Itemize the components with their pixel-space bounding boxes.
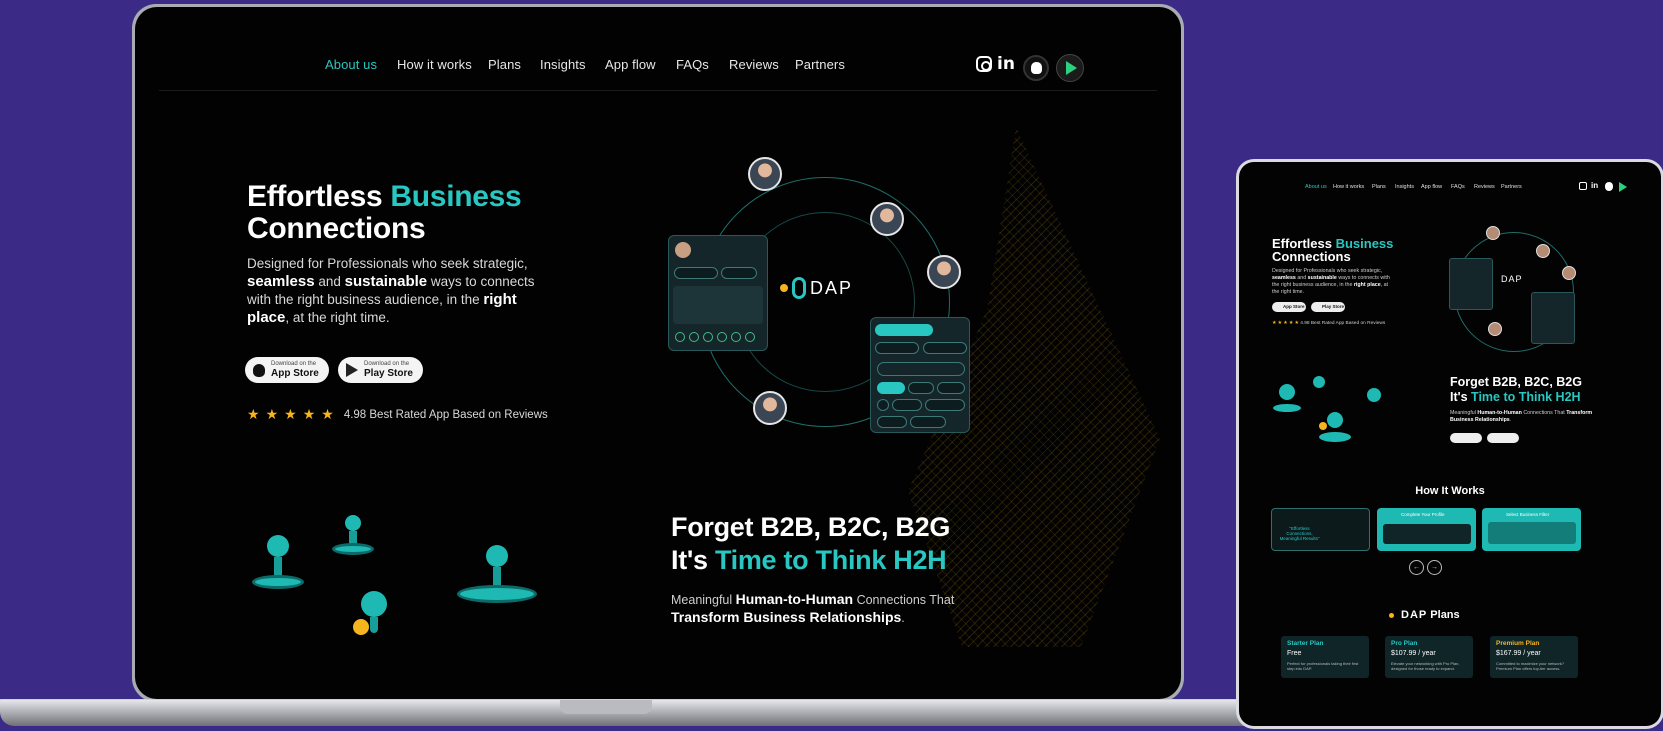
plan-card-pro[interactable]: Pro Plan $107.99 / year Elevate your net…: [1385, 636, 1473, 678]
location-pin-base: [1273, 404, 1301, 412]
instagram-icon[interactable]: [973, 53, 995, 75]
rating-text: 4.98 Best Rated App Based on Reviews: [343, 408, 548, 421]
location-pin: [1313, 376, 1325, 388]
location-pin: [252, 535, 304, 589]
plan-card-starter[interactable]: Starter Plan Free Perfect for profession…: [1281, 636, 1369, 678]
avatar: [927, 255, 961, 289]
avatar: [753, 391, 787, 425]
location-pin: [1327, 412, 1343, 428]
laptop-screen: About us How it works Plans Insights App…: [135, 7, 1181, 699]
filter-card: [870, 317, 970, 433]
avatar: [1488, 322, 1502, 336]
nav-item-insights[interactable]: Insights: [540, 57, 586, 72]
nav-item-faqs[interactable]: FAQs: [676, 57, 709, 72]
apple-icon[interactable]: [1605, 182, 1613, 191]
linkedin-icon[interactable]: in: [1591, 181, 1598, 190]
google-play-icon: [346, 363, 358, 377]
plans-title: DAP Plans: [1401, 609, 1460, 621]
avatar: [748, 157, 782, 191]
h2h-title: Forget B2B, B2C, B2G It's Time to Think …: [671, 512, 951, 575]
avatar: [1486, 226, 1500, 240]
tablet-h2h-title: Forget B2B, B2C, B2G It's Time to Think …: [1450, 375, 1582, 404]
tablet-nav-app-flow[interactable]: App flow: [1421, 184, 1442, 190]
tablet-dap-logo: DAP: [1501, 274, 1523, 284]
nav-item-how-it-works[interactable]: How it works: [397, 57, 472, 72]
linkedin-icon[interactable]: in: [995, 53, 1017, 75]
nav-item-reviews[interactable]: Reviews: [729, 57, 779, 72]
tablet-play-store-button-2[interactable]: [1487, 433, 1519, 443]
location-pin-base: [1319, 432, 1351, 442]
location-pin: [1367, 388, 1381, 402]
star-icon: ★: [265, 406, 279, 422]
location-pin: [457, 545, 537, 603]
dap-logo: DAP: [780, 277, 853, 299]
tablet-frame: About us How it works Plans Insights App…: [1236, 159, 1663, 729]
google-play-icon[interactable]: [1619, 182, 1627, 192]
tablet-h2h-description: Meaningful Human-to-Human Connections Th…: [1450, 410, 1593, 423]
star-icon: ★: [321, 406, 334, 422]
nav-item-app-flow[interactable]: App flow: [605, 57, 656, 72]
tablet-nav-partners[interactable]: Partners: [1501, 184, 1522, 190]
play-store-button[interactable]: Download on the Play Store: [338, 357, 423, 383]
hero-description: Designed for Professionals who seek stra…: [247, 256, 535, 326]
app-store-button[interactable]: Download on the App Store: [245, 357, 329, 383]
hero-title: Effortless Business Connections: [247, 180, 522, 245]
star-icon: ★: [302, 406, 316, 422]
filter-card: [1531, 292, 1575, 344]
how-it-works-title: How It Works: [1415, 485, 1485, 497]
carousel-next-button[interactable]: →: [1427, 560, 1442, 575]
gold-dot: [1319, 422, 1327, 430]
how-card: Complete Your Profile: [1377, 508, 1476, 551]
avatar: [1536, 244, 1550, 258]
tablet-hero-title: Effortless Business Connections: [1272, 236, 1394, 264]
tablet-nav-faqs[interactable]: FAQs: [1451, 184, 1465, 190]
tablet-screen: About us How it works Plans Insights App…: [1239, 162, 1661, 726]
rating-row: ★ ★ ★ ★ ★ 4.98 Best Rated App Based on R…: [247, 406, 548, 423]
how-card: "Effortless Connections, Meaningful Resu…: [1271, 508, 1370, 551]
tablet-nav-plans[interactable]: Plans: [1372, 184, 1386, 190]
tablet-nav-how-it-works[interactable]: How it works: [1333, 184, 1364, 190]
profile-card: [668, 235, 768, 351]
tablet-play-store-label: Play Store: [1322, 304, 1345, 309]
laptop-base: [0, 700, 1305, 726]
apple-icon: [253, 363, 265, 377]
tablet-nav-about-us[interactable]: About us: [1305, 184, 1327, 190]
nav-item-about-us[interactable]: About us: [325, 57, 377, 72]
nav-item-partners[interactable]: Partners: [795, 57, 845, 72]
dap-logo-dot: [1389, 613, 1394, 618]
tablet-app-store-button-2[interactable]: [1450, 433, 1482, 443]
gold-dot: [353, 619, 369, 635]
google-play-icon[interactable]: [1055, 53, 1085, 83]
avatar: [870, 202, 904, 236]
star-icon: ★: [247, 406, 260, 422]
location-pin: [332, 515, 374, 555]
profile-card: [1449, 258, 1493, 310]
tablet-app-store-label: App Store: [1283, 304, 1305, 309]
carousel-prev-button[interactable]: ←: [1409, 560, 1424, 575]
location-pin: [1279, 384, 1295, 400]
how-card: Select Business Filter: [1482, 508, 1581, 551]
tablet-rating: ★ ★ ★ ★ ★ 4.98 Best Rated App Based on R…: [1272, 321, 1386, 326]
tablet-hero-description: Designed for Professionals who seek stra…: [1272, 268, 1390, 295]
tablet-nav-reviews[interactable]: Reviews: [1474, 184, 1495, 190]
tablet-nav-insights[interactable]: Insights: [1395, 184, 1414, 190]
nav-item-plans[interactable]: Plans: [488, 57, 521, 72]
laptop-frame: About us How it works Plans Insights App…: [132, 4, 1184, 702]
apple-icon[interactable]: [1021, 53, 1051, 83]
star-icon: ★: [284, 406, 297, 422]
avatar: [1562, 266, 1576, 280]
plan-card-premium[interactable]: Premium Plan $167.99 / year Committed to…: [1490, 636, 1578, 678]
nav-divider: [159, 90, 1157, 91]
h2h-description: Meaningful Human-to-Human Connections Th…: [671, 591, 955, 625]
laptop-notch: [560, 700, 652, 714]
instagram-icon[interactable]: [1579, 182, 1587, 190]
